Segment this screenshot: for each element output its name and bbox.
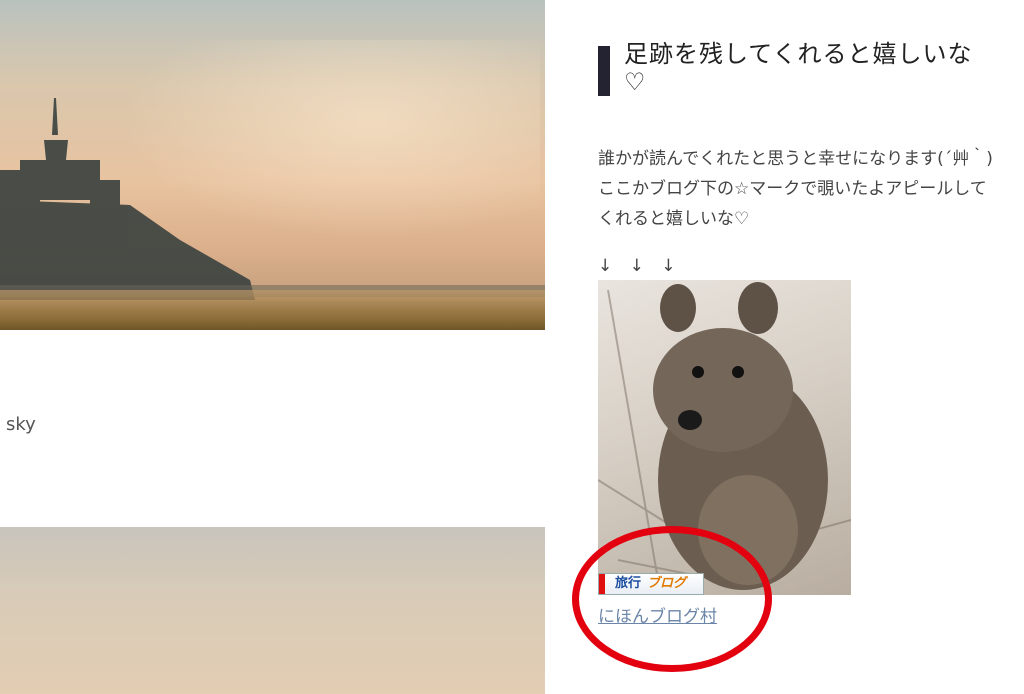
- paragraph-2: ここかブログ下の☆マークで覗いたよアピールしてくれると嬉しいな♡: [598, 179, 987, 229]
- title-accent-bar: [598, 46, 610, 96]
- module-title: 足跡を残してくれると嬉しいな♡: [624, 40, 973, 96]
- paragraph-1: 誰かが読んでくれたと思うと幸せになります(´艸｀): [598, 149, 993, 169]
- highlight-circle-annotation: [572, 526, 772, 672]
- castle-silhouette: [0, 98, 545, 300]
- module-text: 誰かが読んでくれたと思うと幸せになります(´艸｀) ここかブログ下の☆マークで覗…: [598, 144, 998, 234]
- down-arrows: ↓ ↓ ↓: [598, 256, 682, 276]
- header-photo-mont-saint-michel: [0, 0, 545, 330]
- grass-field: [0, 290, 545, 330]
- post-caption: sky: [6, 414, 36, 435]
- second-photo-sky: [0, 527, 545, 694]
